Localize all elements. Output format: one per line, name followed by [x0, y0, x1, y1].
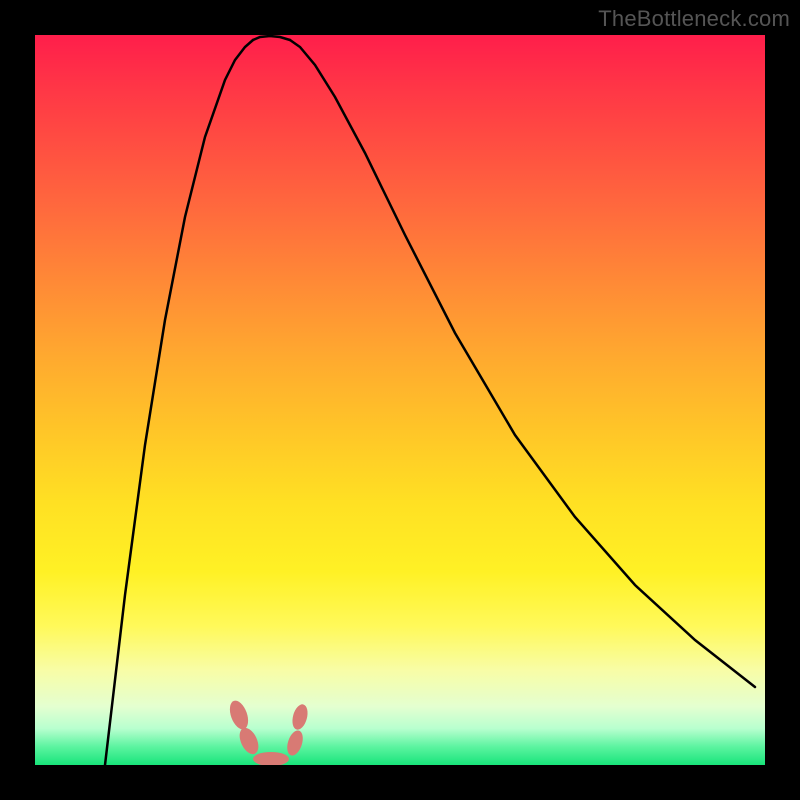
marker-right-top	[290, 703, 310, 732]
curve-layer	[35, 35, 765, 765]
curve-left-branch	[105, 40, 253, 765]
curve-valley-floor	[253, 36, 290, 40]
marker-floor	[253, 752, 289, 765]
chart-frame: TheBottleneck.com	[0, 0, 800, 800]
marker-right-bottom	[284, 728, 305, 757]
valley-markers	[226, 698, 310, 765]
marker-left-top	[226, 698, 251, 732]
watermark-text: TheBottleneck.com	[598, 6, 790, 32]
plot-area	[35, 35, 765, 765]
marker-left-bottom	[236, 725, 262, 757]
curve-right-branch	[290, 40, 755, 687]
